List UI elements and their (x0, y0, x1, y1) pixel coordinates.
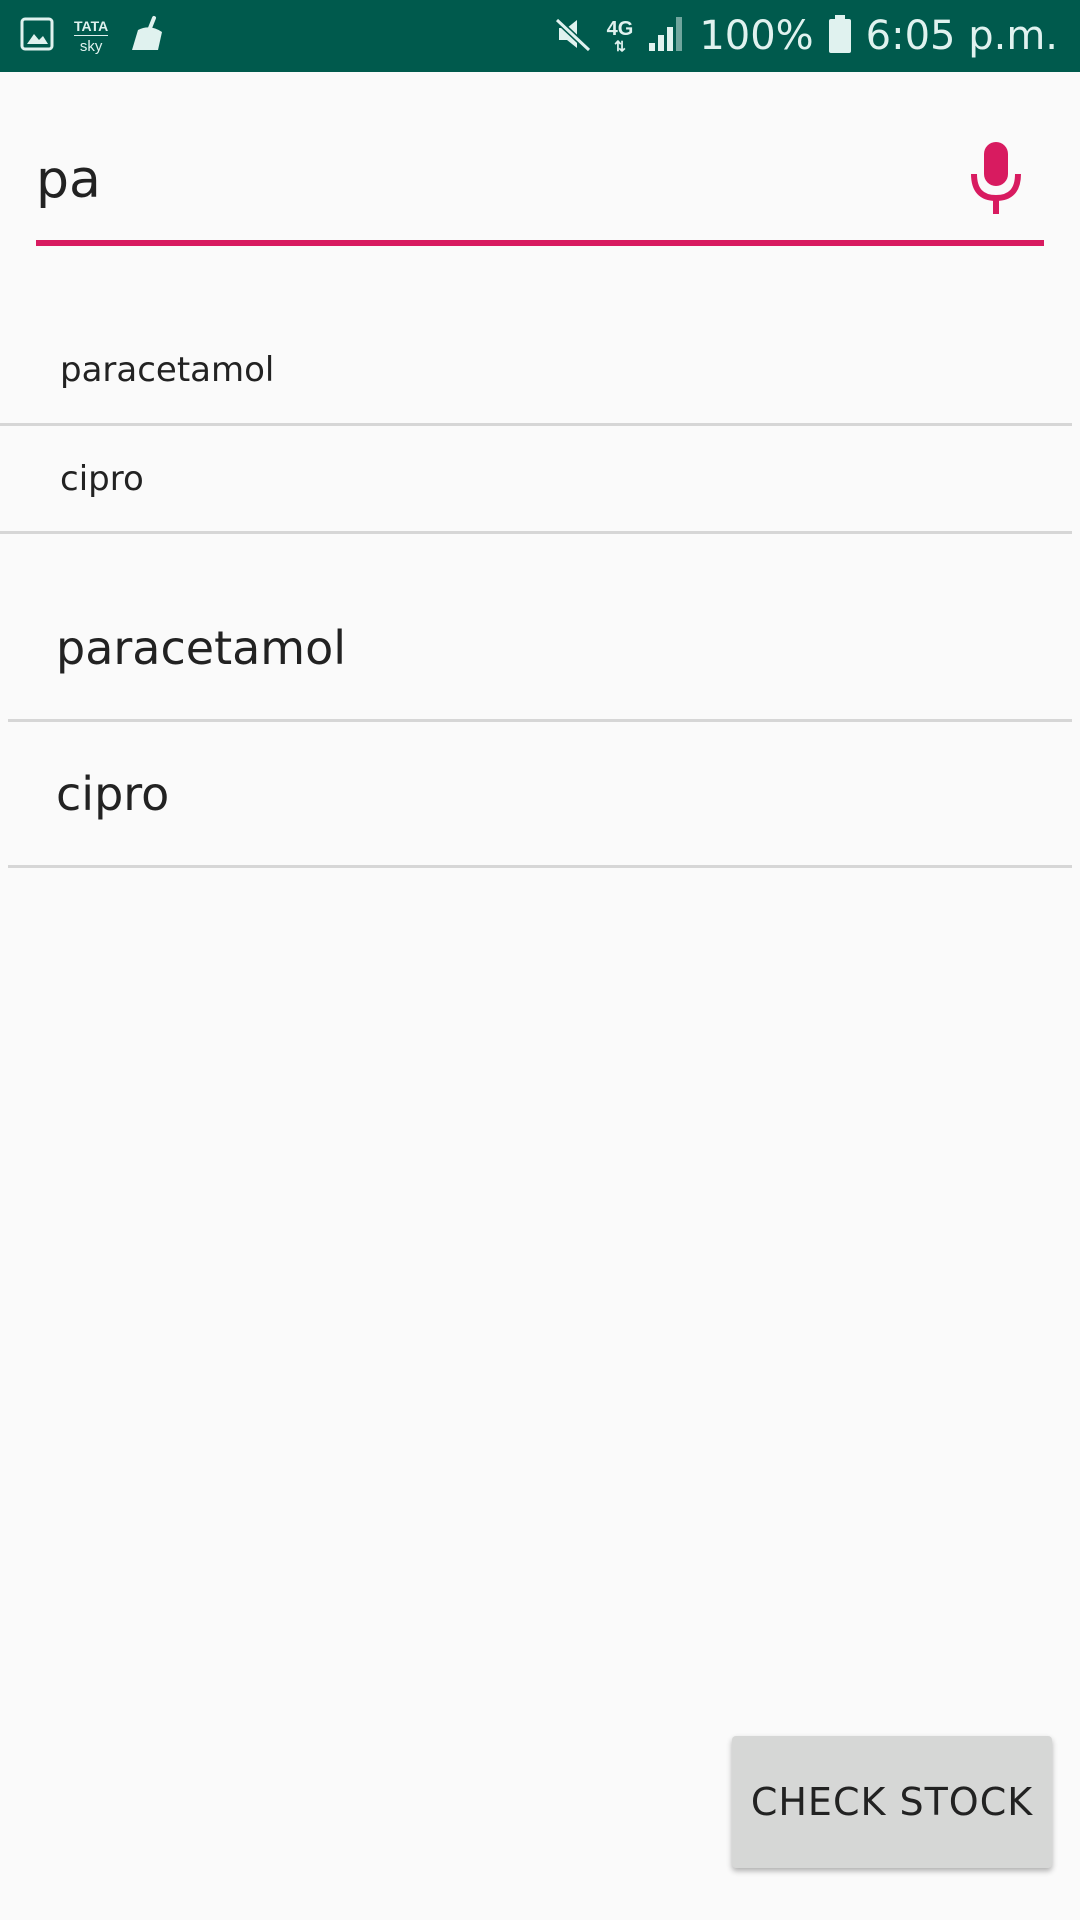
image-icon (20, 16, 54, 56)
network-label: 4G (606, 18, 634, 40)
battery-percent: 100% (699, 13, 814, 59)
status-bar: TATA sky 4G ⇅ 100% 6:05 p.m. (0, 0, 1080, 72)
cleaner-broom-icon (128, 14, 168, 58)
status-bar-right: 4G ⇅ 100% 6:05 p.m. (553, 0, 1058, 72)
status-bar-left: TATA sky (20, 0, 168, 72)
clock: 6:05 p.m. (865, 13, 1058, 59)
battery-icon (828, 14, 852, 58)
suggestion-label: cipro (60, 458, 144, 499)
sky-label: sky (79, 37, 103, 55)
network-4g-icon: 4G ⇅ (606, 18, 634, 54)
suggestion-list: paracetamol cipro (0, 316, 1072, 534)
list-item-label: paracetamol (56, 620, 347, 675)
suggestion-item-paracetamol[interactable]: paracetamol (0, 316, 1072, 426)
suggestion-label: paracetamol (60, 349, 275, 390)
search-bar (36, 130, 1044, 246)
mic-icon[interactable] (964, 140, 1028, 220)
list-item-cipro[interactable]: cipro (8, 722, 1072, 868)
check-stock-button[interactable]: CHECK STOCK (732, 1736, 1052, 1868)
suggestion-item-cipro[interactable]: cipro (0, 426, 1072, 534)
tata-label: TATA (74, 17, 109, 36)
medicine-list: paracetamol cipro (8, 576, 1072, 868)
signal-icon (647, 15, 685, 57)
list-item-label: cipro (56, 766, 170, 821)
search-input[interactable] (36, 130, 936, 230)
tata-sky-icon: TATA sky (74, 17, 109, 55)
list-item-paracetamol[interactable]: paracetamol (8, 576, 1072, 722)
search-underline (36, 240, 1044, 246)
mute-icon (553, 14, 593, 58)
